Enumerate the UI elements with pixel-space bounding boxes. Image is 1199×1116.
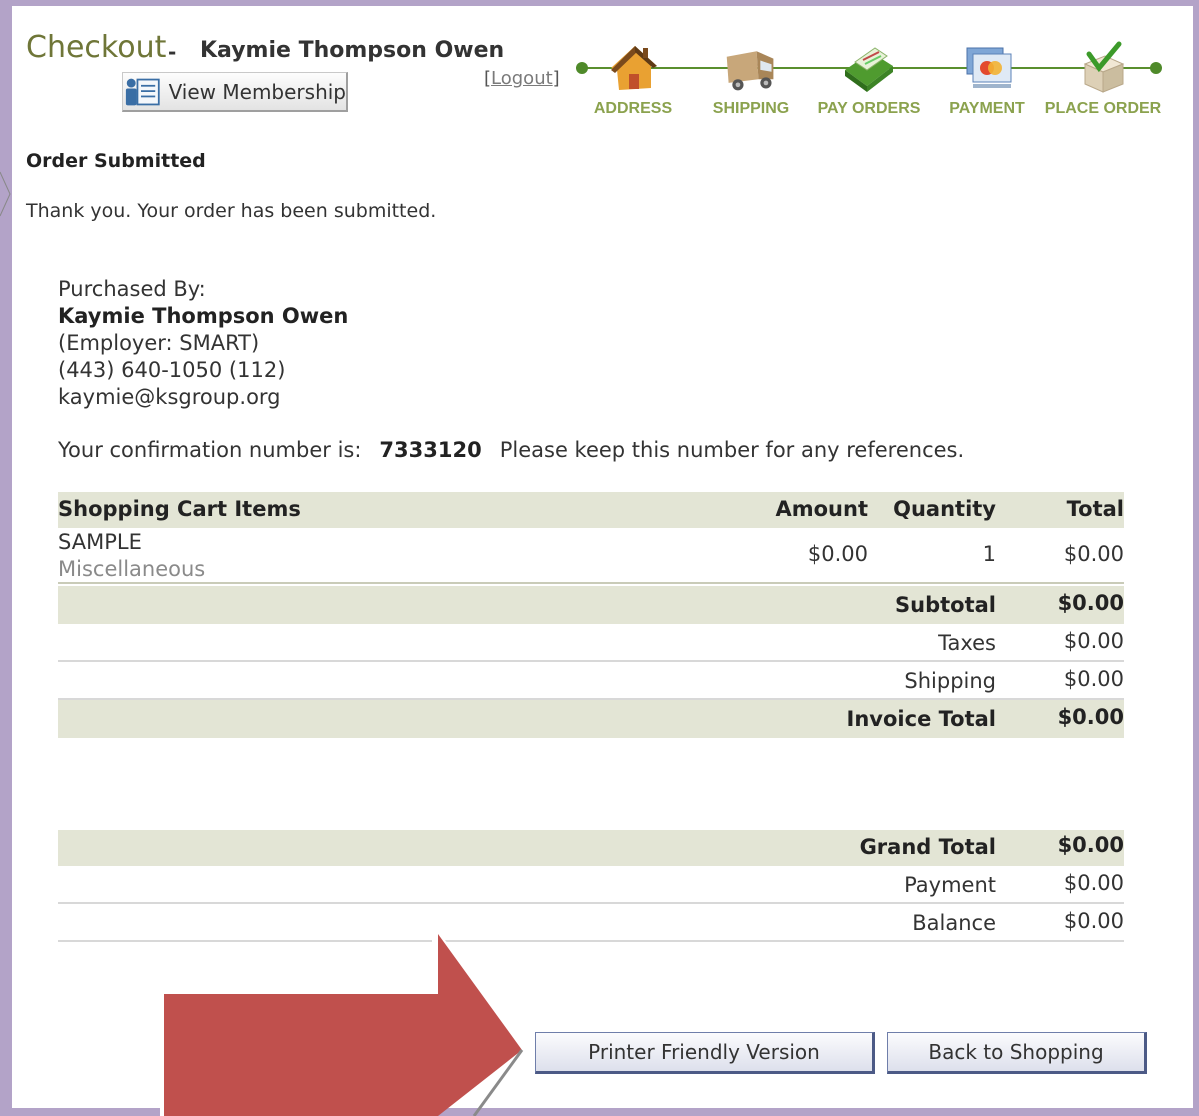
purchaser-phone: (443) 640-1050 (112) bbox=[58, 358, 286, 382]
table-row: SAMPLE Miscellaneous $0.00 1 $0.00 bbox=[58, 530, 1124, 584]
credit-card-icon bbox=[959, 40, 1015, 96]
step-label: PAYMENT bbox=[949, 100, 1025, 117]
logout-bracket-close: ] bbox=[552, 68, 560, 89]
invoice-total-label: Invoice Total bbox=[846, 707, 996, 731]
item-quantity: 1 bbox=[982, 542, 996, 566]
step-shipping: SHIPPING bbox=[692, 40, 810, 124]
title-separator: - bbox=[168, 40, 177, 64]
house-icon bbox=[605, 40, 661, 96]
shipping-row: Shipping $0.00 bbox=[58, 662, 1124, 700]
printer-friendly-button[interactable]: Printer Friendly Version bbox=[535, 1032, 875, 1074]
confirmation-prefix: Your confirmation number is: bbox=[58, 438, 362, 462]
step-label: ADDRESS bbox=[593, 100, 673, 117]
order-status-message: Thank you. Your order has been submitted… bbox=[26, 200, 437, 222]
cart-table: Shopping Cart Items Amount Quantity Tota… bbox=[58, 492, 1124, 738]
step-label: PAY ORDERS bbox=[817, 100, 921, 117]
header-items: Shopping Cart Items bbox=[58, 497, 301, 521]
header-quantity: Quantity bbox=[893, 497, 996, 521]
taxes-label: Taxes bbox=[938, 631, 996, 655]
order-status-heading: Order Submitted bbox=[26, 150, 206, 172]
logout-container: [Logout] bbox=[484, 68, 560, 89]
item-total: $0.00 bbox=[1063, 542, 1124, 566]
step-label: SHIPPING bbox=[712, 100, 790, 117]
invoice-total-value: $0.00 bbox=[1057, 705, 1124, 729]
item-category: Miscellaneous bbox=[58, 557, 206, 581]
membership-card-icon bbox=[125, 78, 160, 105]
header-total: Total bbox=[1066, 497, 1124, 521]
view-membership-label: View Membership bbox=[168, 79, 346, 104]
money-icon bbox=[841, 40, 897, 96]
logout-link[interactable]: Logout bbox=[491, 68, 553, 89]
page-title: Checkout bbox=[26, 30, 167, 65]
item-name: SAMPLE bbox=[58, 530, 142, 554]
package-check-icon bbox=[1075, 40, 1131, 96]
purchaser-block: Purchased By: Kaymie Thompson Owen (Empl… bbox=[58, 276, 348, 411]
purchased-by-label: Purchased By: bbox=[58, 277, 206, 301]
purchaser-name: Kaymie Thompson Owen bbox=[58, 304, 349, 328]
payment-value: $0.00 bbox=[1063, 871, 1124, 895]
step-label: PLACE ORDER bbox=[1044, 100, 1162, 117]
balance-label: Balance bbox=[912, 911, 996, 935]
confirmation-suffix: Please keep this number for any referenc… bbox=[499, 438, 965, 462]
truck-icon bbox=[723, 40, 779, 96]
cart-header-row: Shopping Cart Items Amount Quantity Tota… bbox=[58, 492, 1124, 528]
user-name: Kaymie Thompson Owen bbox=[200, 38, 505, 63]
subtotal-value: $0.00 bbox=[1057, 591, 1124, 615]
step-place-order: PLACE ORDER bbox=[1044, 40, 1162, 124]
logout-bracket-open: [ bbox=[484, 68, 492, 89]
grand-total-label: Grand Total bbox=[859, 835, 996, 859]
grand-total-row: Grand Total $0.00 bbox=[58, 830, 1124, 866]
subtotal-row: Subtotal $0.00 bbox=[58, 586, 1124, 624]
balance-value: $0.00 bbox=[1063, 909, 1124, 933]
back-to-shopping-button[interactable]: Back to Shopping bbox=[887, 1032, 1147, 1074]
invoice-total-row: Invoice Total $0.00 bbox=[58, 700, 1124, 738]
grand-total-value: $0.00 bbox=[1057, 833, 1124, 857]
purchaser-email: kaymie@ksgroup.org bbox=[58, 385, 281, 409]
taxes-row: Taxes $0.00 bbox=[58, 624, 1124, 662]
left-edge-marker bbox=[0, 168, 11, 218]
subtotal-label: Subtotal bbox=[895, 593, 996, 617]
view-membership-button[interactable]: View Membership bbox=[122, 72, 348, 112]
step-pay-orders: PAY ORDERS bbox=[810, 40, 928, 124]
red-arrow-annotation bbox=[160, 924, 532, 1116]
payment-row: Payment $0.00 bbox=[58, 866, 1124, 904]
step-payment: PAYMENT bbox=[928, 40, 1046, 124]
purchaser-employer: (Employer: SMART) bbox=[58, 331, 260, 355]
item-amount: $0.00 bbox=[807, 542, 868, 566]
payment-label: Payment bbox=[904, 873, 996, 897]
confirmation-line: Your confirmation number is: 7333120 Pleas… bbox=[58, 438, 964, 462]
header-amount: Amount bbox=[775, 497, 868, 521]
step-address: ADDRESS bbox=[574, 40, 692, 124]
taxes-value: $0.00 bbox=[1063, 629, 1124, 653]
confirmation-number: 7333120 bbox=[379, 438, 482, 462]
shipping-label: Shipping bbox=[904, 669, 996, 693]
shipping-value: $0.00 bbox=[1063, 667, 1124, 691]
